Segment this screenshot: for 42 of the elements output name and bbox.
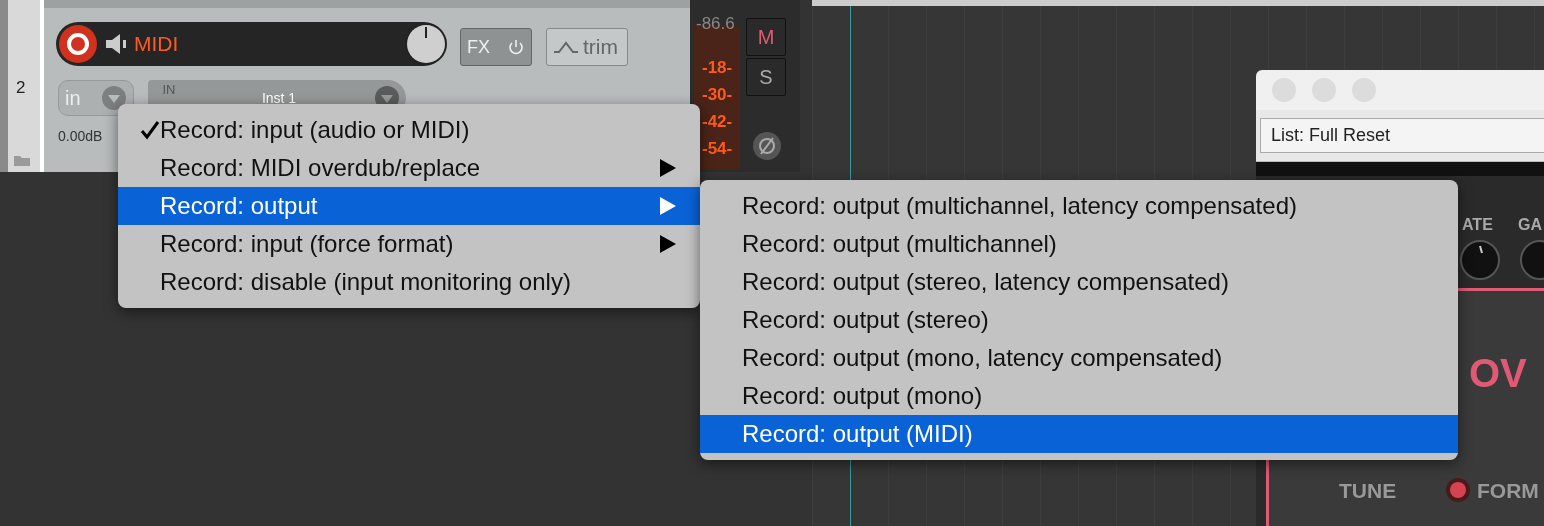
phase-invert-icon[interactable] [752, 131, 782, 161]
checkmark-icon [140, 120, 160, 140]
record-arm-icon[interactable] [58, 24, 98, 64]
submenu-arrow-icon [660, 159, 676, 177]
knob-label: ATE [1462, 216, 1493, 234]
submenu-arrow-icon [660, 235, 676, 253]
formant-label: FORM [1477, 479, 1539, 503]
track-number: 2 [16, 78, 26, 98]
menu-item[interactable]: Record: output [118, 187, 700, 225]
menu-item[interactable]: Record: output (multichannel, latency compensated) [700, 187, 1458, 225]
track-name[interactable]: MIDI [134, 32, 398, 56]
menu-item[interactable]: Record: output (stereo) [700, 301, 1458, 339]
menu-item[interactable]: Record: output (stereo, latency compensated) [700, 263, 1458, 301]
tune-label: TUNE [1339, 479, 1397, 503]
menu-item[interactable]: Record: disable (input monitoring only) [118, 263, 700, 301]
power-icon [507, 38, 525, 56]
folder-icon[interactable] [14, 154, 30, 166]
menu-item[interactable]: Record: output (multichannel) [700, 225, 1458, 263]
menu-item[interactable]: Record: output (MIDI) [700, 415, 1458, 453]
menu-item[interactable]: Record: output (mono, latency compensated) [700, 339, 1458, 377]
meter-scale-label: -54- [702, 139, 733, 159]
solo-button[interactable]: S [746, 58, 786, 96]
menu-item[interactable]: Record: output (mono) [700, 377, 1458, 415]
submenu-arrow-icon [660, 197, 676, 215]
menu-item[interactable]: Record: input (force format) [118, 225, 700, 263]
track-name-bar[interactable]: MIDI [56, 22, 446, 66]
speaker-icon[interactable] [104, 32, 128, 56]
meter-scale-label: -30- [702, 85, 733, 105]
knob-label: GA [1518, 216, 1542, 234]
menu-item[interactable]: Record: MIDI overdub/replace [118, 149, 700, 187]
mute-button[interactable]: M [746, 18, 786, 56]
meter-scale-label: -18- [702, 58, 733, 78]
led-icon[interactable] [1445, 477, 1471, 503]
volume-readout: 0.00dB [58, 128, 103, 144]
plugin-title: OV [1469, 351, 1527, 396]
meter-scale-label: -42- [702, 112, 733, 132]
knob-icon[interactable] [1460, 240, 1500, 280]
envelope-icon [553, 40, 579, 54]
peak-readout: -86.6 [696, 14, 735, 34]
preset-field[interactable]: List: Full Reset [1260, 118, 1544, 153]
input-fx-tag: IN [154, 84, 184, 96]
volume-knob[interactable] [404, 22, 448, 66]
